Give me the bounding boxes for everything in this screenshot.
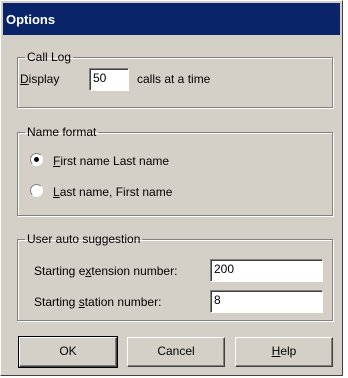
auto-suggestion-legend: User auto suggestion bbox=[27, 232, 141, 246]
extension-label: Starting extension number: bbox=[34, 264, 178, 278]
call-log-legend: Call Log bbox=[27, 50, 72, 64]
cancel-button[interactable]: Cancel bbox=[127, 337, 225, 367]
display-label: Display bbox=[20, 72, 60, 86]
options-dialog: Options Call Log Display 50 calls at a t… bbox=[0, 0, 343, 376]
window-title: Options bbox=[6, 12, 56, 27]
last-first-label[interactable]: Last name, First name bbox=[53, 185, 172, 199]
title-bar[interactable]: Options bbox=[3, 3, 340, 35]
help-button[interactable]: Help bbox=[235, 337, 333, 367]
radio-selected-dot bbox=[34, 157, 39, 162]
calls-per-page-input[interactable]: 50 bbox=[89, 68, 129, 91]
starting-station-input[interactable]: 8 bbox=[210, 290, 323, 313]
station-label: Starting station number: bbox=[34, 295, 162, 309]
first-last-label[interactable]: First name Last name bbox=[53, 154, 169, 168]
calls-suffix-label: calls at a time bbox=[137, 72, 211, 86]
name-format-group: Name format bbox=[17, 126, 333, 216]
first-last-radio[interactable] bbox=[30, 153, 43, 166]
last-first-radio[interactable] bbox=[30, 184, 43, 197]
name-format-legend: Name format bbox=[27, 125, 97, 139]
ok-button[interactable]: OK bbox=[18, 336, 118, 368]
starting-extension-input[interactable]: 200 bbox=[210, 259, 323, 282]
